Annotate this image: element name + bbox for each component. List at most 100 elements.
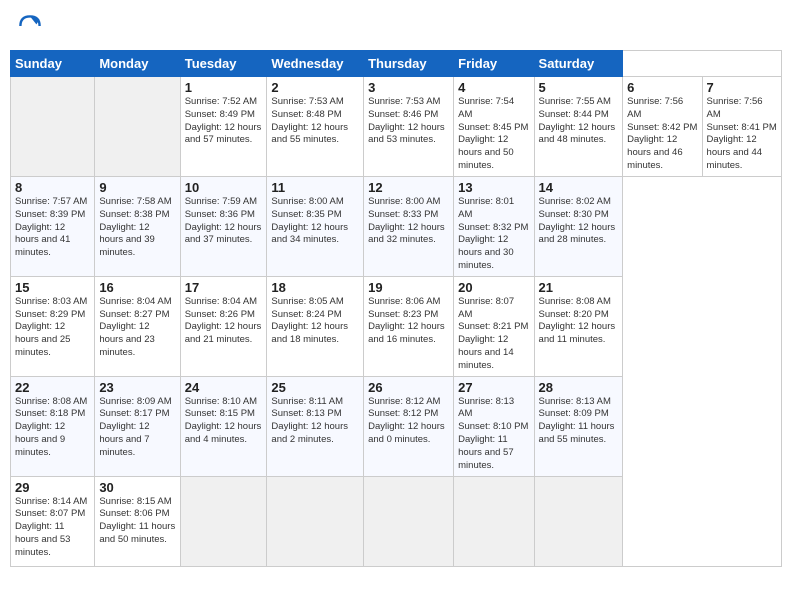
week-row-3: 15 Sunrise: 8:03 AM Sunset: 8:29 PM Dayl…: [11, 276, 782, 376]
day-info: Sunrise: 8:03 AM Sunset: 8:29 PM Dayligh…: [15, 296, 90, 360]
day-number: 27: [458, 380, 529, 395]
day-cell-26: 26 Sunrise: 8:12 AM Sunset: 8:12 PM Dayl…: [364, 376, 454, 476]
logo-icon: [14, 10, 46, 42]
weekday-wednesday: Wednesday: [267, 51, 364, 77]
day-info: Sunrise: 8:04 AM Sunset: 8:26 PM Dayligh…: [185, 296, 263, 347]
day-info: Sunrise: 7:56 AM Sunset: 8:41 PM Dayligh…: [707, 96, 777, 173]
day-info: Sunrise: 7:53 AM Sunset: 8:46 PM Dayligh…: [368, 96, 449, 147]
weekday-thursday: Thursday: [364, 51, 454, 77]
day-cell-7: 7 Sunrise: 7:56 AM Sunset: 8:41 PM Dayli…: [702, 77, 781, 177]
week-row-5: 29 Sunrise: 8:14 AM Sunset: 8:07 PM Dayl…: [11, 476, 782, 566]
day-info: Sunrise: 7:57 AM Sunset: 8:39 PM Dayligh…: [15, 196, 90, 260]
day-info: Sunrise: 8:09 AM Sunset: 8:17 PM Dayligh…: [99, 396, 175, 460]
day-cell-21: 21 Sunrise: 8:08 AM Sunset: 8:20 PM Dayl…: [534, 276, 623, 376]
day-cell-4: 4 Sunrise: 7:54 AM Sunset: 8:45 PM Dayli…: [454, 77, 534, 177]
day-cell-29: 29 Sunrise: 8:14 AM Sunset: 8:07 PM Dayl…: [11, 476, 95, 566]
day-number: 18: [271, 280, 359, 295]
week-row-4: 22 Sunrise: 8:08 AM Sunset: 8:18 PM Dayl…: [11, 376, 782, 476]
day-cell-23: 23 Sunrise: 8:09 AM Sunset: 8:17 PM Dayl…: [95, 376, 180, 476]
day-info: Sunrise: 8:15 AM Sunset: 8:06 PM Dayligh…: [99, 496, 175, 547]
day-info: Sunrise: 8:13 AM Sunset: 8:09 PM Dayligh…: [539, 396, 619, 447]
day-cell-14: 14 Sunrise: 8:02 AM Sunset: 8:30 PM Dayl…: [534, 176, 623, 276]
day-info: Sunrise: 8:00 AM Sunset: 8:33 PM Dayligh…: [368, 196, 449, 247]
day-cell-17: 17 Sunrise: 8:04 AM Sunset: 8:26 PM Dayl…: [180, 276, 267, 376]
weekday-saturday: Saturday: [534, 51, 623, 77]
day-cell-16: 16 Sunrise: 8:04 AM Sunset: 8:27 PM Dayl…: [95, 276, 180, 376]
day-info: Sunrise: 7:55 AM Sunset: 8:44 PM Dayligh…: [539, 96, 619, 147]
day-number: 14: [539, 180, 619, 195]
day-info: Sunrise: 7:59 AM Sunset: 8:36 PM Dayligh…: [185, 196, 263, 247]
day-info: Sunrise: 8:11 AM Sunset: 8:13 PM Dayligh…: [271, 396, 359, 447]
day-info: Sunrise: 8:04 AM Sunset: 8:27 PM Dayligh…: [99, 296, 175, 360]
calendar-body: 1 Sunrise: 7:52 AM Sunset: 8:49 PM Dayli…: [11, 77, 782, 567]
day-info: Sunrise: 8:00 AM Sunset: 8:35 PM Dayligh…: [271, 196, 359, 247]
week-row-1: 1 Sunrise: 7:52 AM Sunset: 8:49 PM Dayli…: [11, 77, 782, 177]
empty-cell: [267, 476, 364, 566]
day-info: Sunrise: 8:08 AM Sunset: 8:18 PM Dayligh…: [15, 396, 90, 460]
calendar-header: SundayMondayTuesdayWednesdayThursdayFrid…: [11, 51, 782, 77]
day-info: Sunrise: 7:58 AM Sunset: 8:38 PM Dayligh…: [99, 196, 175, 260]
day-number: 9: [99, 180, 175, 195]
day-number: 5: [539, 80, 619, 95]
day-number: 6: [627, 80, 697, 95]
day-number: 28: [539, 380, 619, 395]
day-cell-1: 1 Sunrise: 7:52 AM Sunset: 8:49 PM Dayli…: [180, 77, 267, 177]
day-info: Sunrise: 8:06 AM Sunset: 8:23 PM Dayligh…: [368, 296, 449, 347]
day-number: 10: [185, 180, 263, 195]
day-info: Sunrise: 7:54 AM Sunset: 8:45 PM Dayligh…: [458, 96, 529, 173]
day-number: 29: [15, 480, 90, 495]
day-info: Sunrise: 8:13 AM Sunset: 8:10 PM Dayligh…: [458, 396, 529, 473]
day-cell-5: 5 Sunrise: 7:55 AM Sunset: 8:44 PM Dayli…: [534, 77, 623, 177]
day-number: 23: [99, 380, 175, 395]
calendar: SundayMondayTuesdayWednesdayThursdayFrid…: [10, 50, 782, 567]
day-number: 25: [271, 380, 359, 395]
weekday-header-row: SundayMondayTuesdayWednesdayThursdayFrid…: [11, 51, 782, 77]
logo: [14, 10, 50, 42]
empty-cell: [180, 476, 267, 566]
day-number: 1: [185, 80, 263, 95]
day-number: 30: [99, 480, 175, 495]
day-number: 12: [368, 180, 449, 195]
day-number: 26: [368, 380, 449, 395]
day-number: 8: [15, 180, 90, 195]
day-cell-27: 27 Sunrise: 8:13 AM Sunset: 8:10 PM Dayl…: [454, 376, 534, 476]
day-cell-24: 24 Sunrise: 8:10 AM Sunset: 8:15 PM Dayl…: [180, 376, 267, 476]
day-cell-2: 2 Sunrise: 7:53 AM Sunset: 8:48 PM Dayli…: [267, 77, 364, 177]
day-number: 7: [707, 80, 777, 95]
day-cell-8: 8 Sunrise: 7:57 AM Sunset: 8:39 PM Dayli…: [11, 176, 95, 276]
empty-cell: [11, 77, 95, 177]
week-row-2: 8 Sunrise: 7:57 AM Sunset: 8:39 PM Dayli…: [11, 176, 782, 276]
weekday-friday: Friday: [454, 51, 534, 77]
day-info: Sunrise: 7:53 AM Sunset: 8:48 PM Dayligh…: [271, 96, 359, 147]
day-number: 20: [458, 280, 529, 295]
day-number: 22: [15, 380, 90, 395]
day-number: 24: [185, 380, 263, 395]
day-info: Sunrise: 7:52 AM Sunset: 8:49 PM Dayligh…: [185, 96, 263, 147]
empty-cell: [454, 476, 534, 566]
day-cell-6: 6 Sunrise: 7:56 AM Sunset: 8:42 PM Dayli…: [623, 77, 702, 177]
day-cell-30: 30 Sunrise: 8:15 AM Sunset: 8:06 PM Dayl…: [95, 476, 180, 566]
day-cell-25: 25 Sunrise: 8:11 AM Sunset: 8:13 PM Dayl…: [267, 376, 364, 476]
day-number: 17: [185, 280, 263, 295]
page-header: [10, 10, 782, 42]
day-number: 3: [368, 80, 449, 95]
day-cell-28: 28 Sunrise: 8:13 AM Sunset: 8:09 PM Dayl…: [534, 376, 623, 476]
weekday-sunday: Sunday: [11, 51, 95, 77]
day-cell-9: 9 Sunrise: 7:58 AM Sunset: 8:38 PM Dayli…: [95, 176, 180, 276]
day-number: 16: [99, 280, 175, 295]
weekday-tuesday: Tuesday: [180, 51, 267, 77]
weekday-monday: Monday: [95, 51, 180, 77]
day-cell-12: 12 Sunrise: 8:00 AM Sunset: 8:33 PM Dayl…: [364, 176, 454, 276]
day-cell-15: 15 Sunrise: 8:03 AM Sunset: 8:29 PM Dayl…: [11, 276, 95, 376]
day-number: 15: [15, 280, 90, 295]
day-info: Sunrise: 8:10 AM Sunset: 8:15 PM Dayligh…: [185, 396, 263, 447]
day-cell-18: 18 Sunrise: 8:05 AM Sunset: 8:24 PM Dayl…: [267, 276, 364, 376]
day-number: 11: [271, 180, 359, 195]
day-info: Sunrise: 8:14 AM Sunset: 8:07 PM Dayligh…: [15, 496, 90, 560]
day-cell-11: 11 Sunrise: 8:00 AM Sunset: 8:35 PM Dayl…: [267, 176, 364, 276]
day-number: 13: [458, 180, 529, 195]
day-info: Sunrise: 8:02 AM Sunset: 8:30 PM Dayligh…: [539, 196, 619, 247]
day-cell-22: 22 Sunrise: 8:08 AM Sunset: 8:18 PM Dayl…: [11, 376, 95, 476]
day-cell-13: 13 Sunrise: 8:01 AM Sunset: 8:32 PM Dayl…: [454, 176, 534, 276]
day-info: Sunrise: 8:07 AM Sunset: 8:21 PM Dayligh…: [458, 296, 529, 373]
